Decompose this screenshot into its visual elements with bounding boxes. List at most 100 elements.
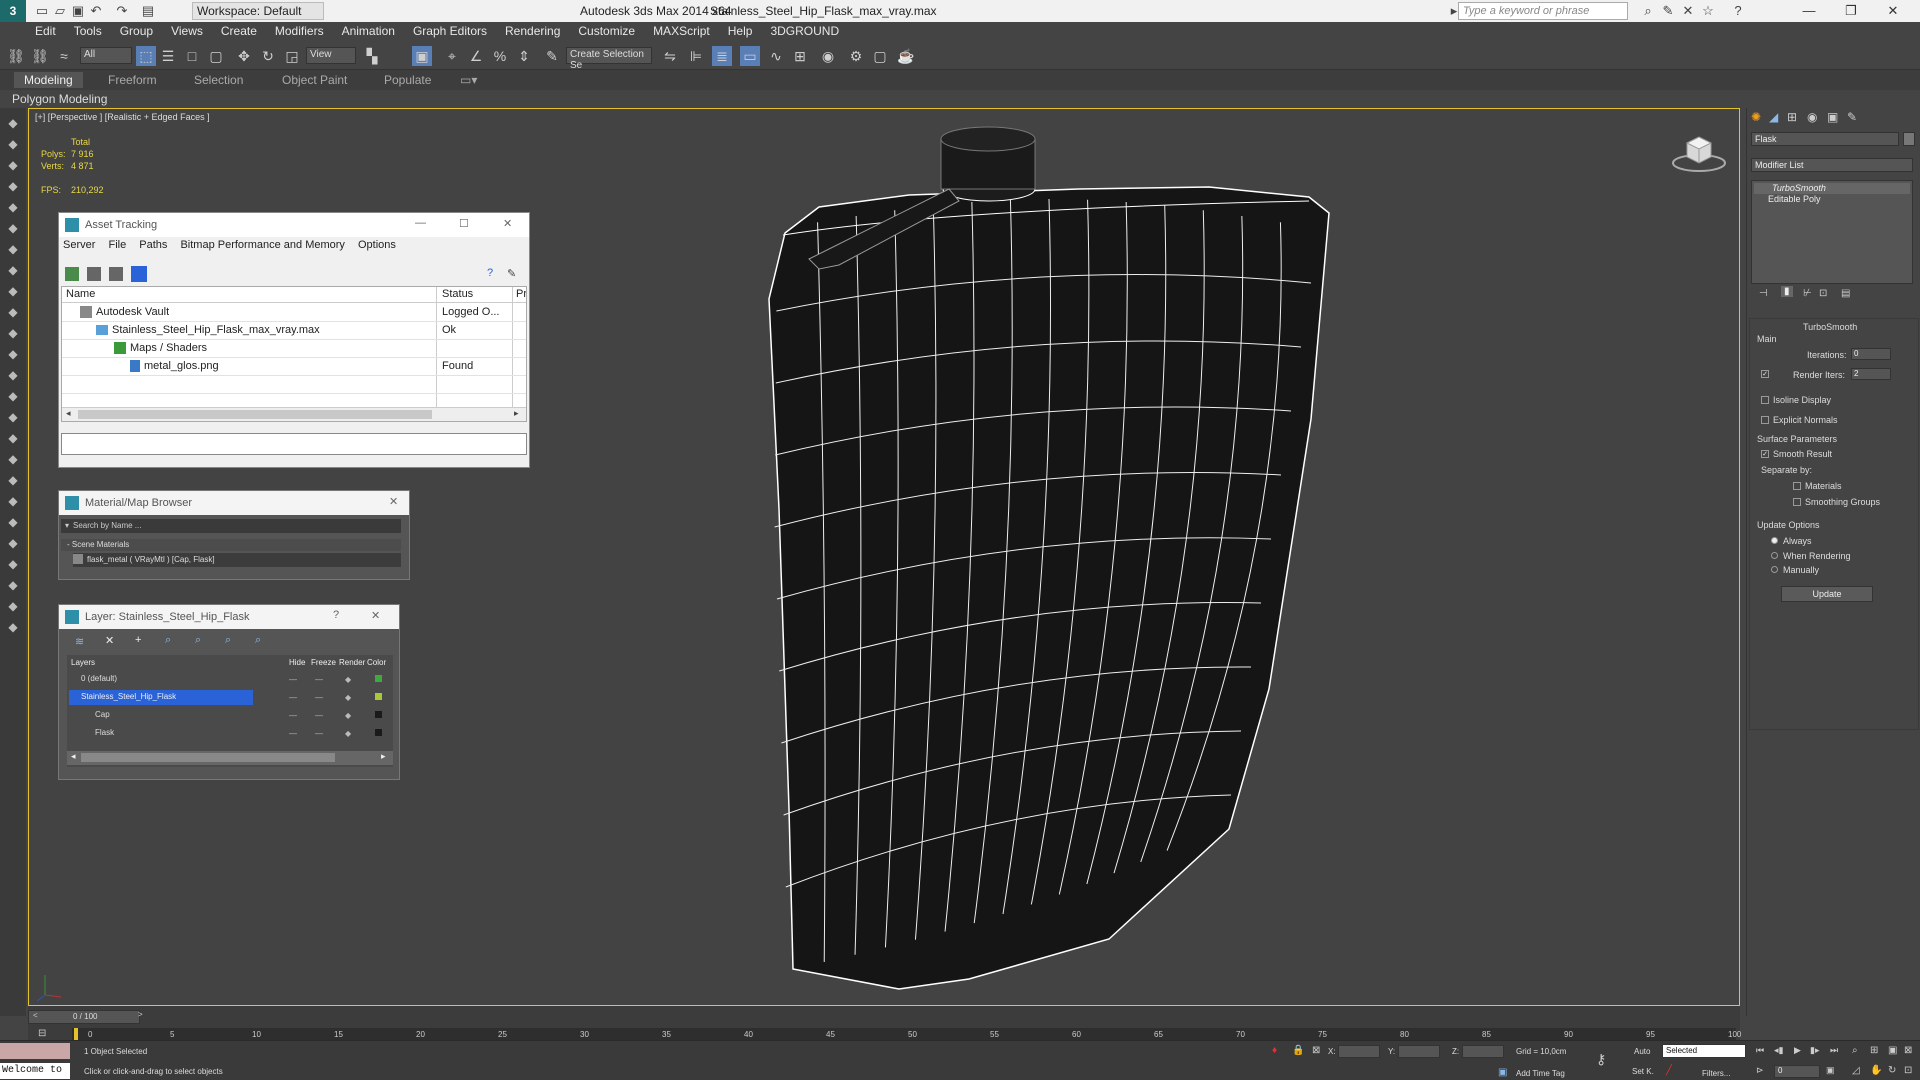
hide-all-icon[interactable]: ⌕ [225, 634, 231, 647]
tree-view-icon[interactable] [109, 267, 123, 281]
render-toggle-icon[interactable]: ◆ [345, 675, 351, 684]
nurbs-icon[interactable]: ◆ [4, 408, 22, 426]
y-coordinate-field[interactable] [1398, 1045, 1440, 1058]
zoom-icon[interactable]: ⌕ [1852, 1045, 1858, 1056]
scale-icon[interactable]: ◆ [4, 177, 22, 195]
render-teapot-icon[interactable]: ☕ [896, 46, 916, 66]
object-name-field[interactable]: Flask [1751, 132, 1899, 146]
menu-options[interactable]: Options [358, 239, 396, 251]
iterations-spinner[interactable]: 0 [1851, 348, 1891, 360]
settings-icon[interactable]: ✎ [507, 267, 521, 281]
place-icon[interactable]: ◆ [4, 198, 22, 216]
freeze-toggle[interactable]: — [315, 675, 323, 684]
render-icon[interactable]: ◆ [4, 597, 22, 615]
mini-curve-editor-icon[interactable]: ⊟ [38, 1028, 46, 1039]
go-to-end-icon[interactable]: ⏭ [1830, 1045, 1838, 1056]
search-input[interactable]: Type a keyword or phrase [1458, 2, 1628, 20]
menu-edit[interactable]: Edit [26, 22, 65, 40]
render-iters-checkbox[interactable]: ✓ [1761, 370, 1769, 378]
maxscript-input[interactable]: Welcome to [0, 1063, 70, 1079]
layer-help-icon[interactable]: ? [333, 609, 339, 621]
maxscript-listener[interactable] [0, 1043, 70, 1059]
shape-icon[interactable]: ◆ [4, 366, 22, 384]
tools-icon[interactable]: ✎ [1660, 3, 1676, 19]
scroll-left-icon[interactable]: ◂ [71, 751, 76, 762]
create-tab-icon[interactable]: ✺ [1751, 110, 1761, 124]
tab-freeform[interactable]: Freeform [98, 72, 167, 88]
layer-manager-icon[interactable]: ≣ [712, 46, 732, 66]
stack-item-turbosmooth[interactable]: TurboSmooth [1754, 183, 1910, 194]
viewport-label[interactable]: [+] [Perspective ] [Realistic + Edged Fa… [35, 112, 210, 122]
configure-sets-icon[interactable]: ▤ [1841, 288, 1850, 299]
percent-snap-icon[interactable]: % [490, 46, 510, 66]
favorites-star-icon[interactable]: ☆ [1700, 3, 1716, 19]
close-icon[interactable]: ✕ [503, 217, 512, 230]
go-to-start-icon[interactable]: ⏮ [1756, 1045, 1764, 1056]
isolate-icon[interactable]: ♦ [1272, 1045, 1277, 1056]
taper-icon[interactable]: ◆ [4, 471, 22, 489]
object-color-swatch[interactable] [1903, 132, 1915, 146]
rotate-icon[interactable]: ◆ [4, 156, 22, 174]
render-toggle-icon[interactable]: ◆ [345, 711, 351, 720]
previous-frame-icon[interactable]: ◂▮ [1774, 1045, 1783, 1056]
minimize-icon[interactable]: — [1794, 1, 1824, 21]
material-item[interactable]: flask_metal ( VRayMtl ) [Cap, Flask] [73, 553, 401, 567]
menu-animation[interactable]: Animation [333, 22, 404, 40]
modifier-icon[interactable]: ◆ [4, 429, 22, 447]
material-editor-icon[interactable]: ◉ [818, 46, 838, 66]
play-icon[interactable]: ▶ [1794, 1045, 1801, 1056]
app-logo-icon[interactable]: 3 [0, 0, 26, 22]
set-key-icon[interactable]: ⚷ [1596, 1051, 1606, 1068]
layer-row[interactable]: Stainless_Steel_Hip_Flask — — ◆ [67, 689, 393, 707]
angle-snap-icon[interactable]: ∠ [466, 46, 486, 66]
current-frame-marker[interactable] [74, 1028, 78, 1040]
noise-icon[interactable]: ◆ [4, 513, 22, 531]
menu-modifiers[interactable]: Modifiers [266, 22, 333, 40]
field-of-view-icon[interactable]: ◿ [1852, 1065, 1860, 1076]
layer-name[interactable]: Cap [69, 708, 253, 723]
open-file-icon[interactable]: ▱ [52, 3, 68, 19]
layer-row[interactable]: Flask — — ◆ [67, 725, 393, 743]
absolute-mode-icon[interactable]: ⊠ [1312, 1045, 1320, 1056]
tab-object-paint[interactable]: Object Paint [272, 72, 357, 88]
asset-path-field[interactable] [61, 433, 527, 455]
maximize-icon[interactable]: ☐ [459, 217, 469, 230]
unlink-icon[interactable]: ⛓ [30, 46, 50, 66]
undo-icon[interactable]: ↶ [88, 3, 104, 19]
scrollbar-thumb[interactable] [78, 410, 432, 419]
new-file-icon[interactable]: ▭ [34, 3, 50, 19]
next-frame-icon[interactable]: ▮▸ [1810, 1045, 1819, 1056]
modifier-list-dropdown[interactable]: Modifier List [1751, 158, 1913, 172]
orbit-icon[interactable]: ↻ [1888, 1065, 1896, 1076]
layer-row[interactable]: Cap — — ◆ [67, 707, 393, 725]
minimize-icon[interactable]: — [415, 217, 426, 229]
render-toggle-icon[interactable]: ◆ [345, 693, 351, 702]
smoothing-groups-checkbox[interactable] [1793, 498, 1801, 506]
layer-name[interactable]: Flask [69, 726, 253, 741]
isoline-checkbox[interactable] [1761, 396, 1769, 404]
when-rendering-radio[interactable] [1771, 552, 1778, 559]
close-icon[interactable]: ✕ [1878, 1, 1908, 21]
hide-toggle[interactable]: — [289, 693, 297, 702]
table-row[interactable]: metal_glos.png Found [62, 358, 526, 376]
exchange-icon[interactable]: ✕ [1680, 3, 1696, 19]
list-view-icon[interactable] [87, 267, 101, 281]
ribbon-options-icon[interactable]: ▭▾ [450, 72, 487, 88]
rollout-title[interactable]: TurboSmooth [1803, 322, 1857, 332]
asset-tracking-titlebar[interactable]: Asset Tracking — ☐ ✕ [59, 213, 529, 237]
scroll-left-icon[interactable]: ◂ [66, 408, 71, 419]
redo-icon[interactable]: ↷ [114, 3, 130, 19]
motion-tab-icon[interactable]: ◉ [1807, 110, 1817, 124]
table-row[interactable]: Autodesk Vault Logged O... [62, 304, 526, 322]
render-iters-spinner[interactable]: 2 [1851, 368, 1891, 380]
layer-name[interactable]: 0 (default) [69, 672, 253, 687]
key-filter-dropdown[interactable]: Selected [1662, 1044, 1746, 1058]
col-layers[interactable]: Layers [71, 658, 95, 667]
zoom-extents-all-icon[interactable]: ⊠ [1904, 1045, 1912, 1056]
window-crossing-icon[interactable]: ▢ [206, 46, 226, 66]
show-end-result-icon[interactable]: ▮ [1781, 286, 1793, 297]
zoom-extents-icon[interactable]: ▣ [1888, 1045, 1897, 1056]
project-folder-icon[interactable]: ▤ [140, 3, 156, 19]
helper-icon[interactable]: ◆ [4, 324, 22, 342]
select-object-icon[interactable]: ⬚ [136, 46, 156, 66]
